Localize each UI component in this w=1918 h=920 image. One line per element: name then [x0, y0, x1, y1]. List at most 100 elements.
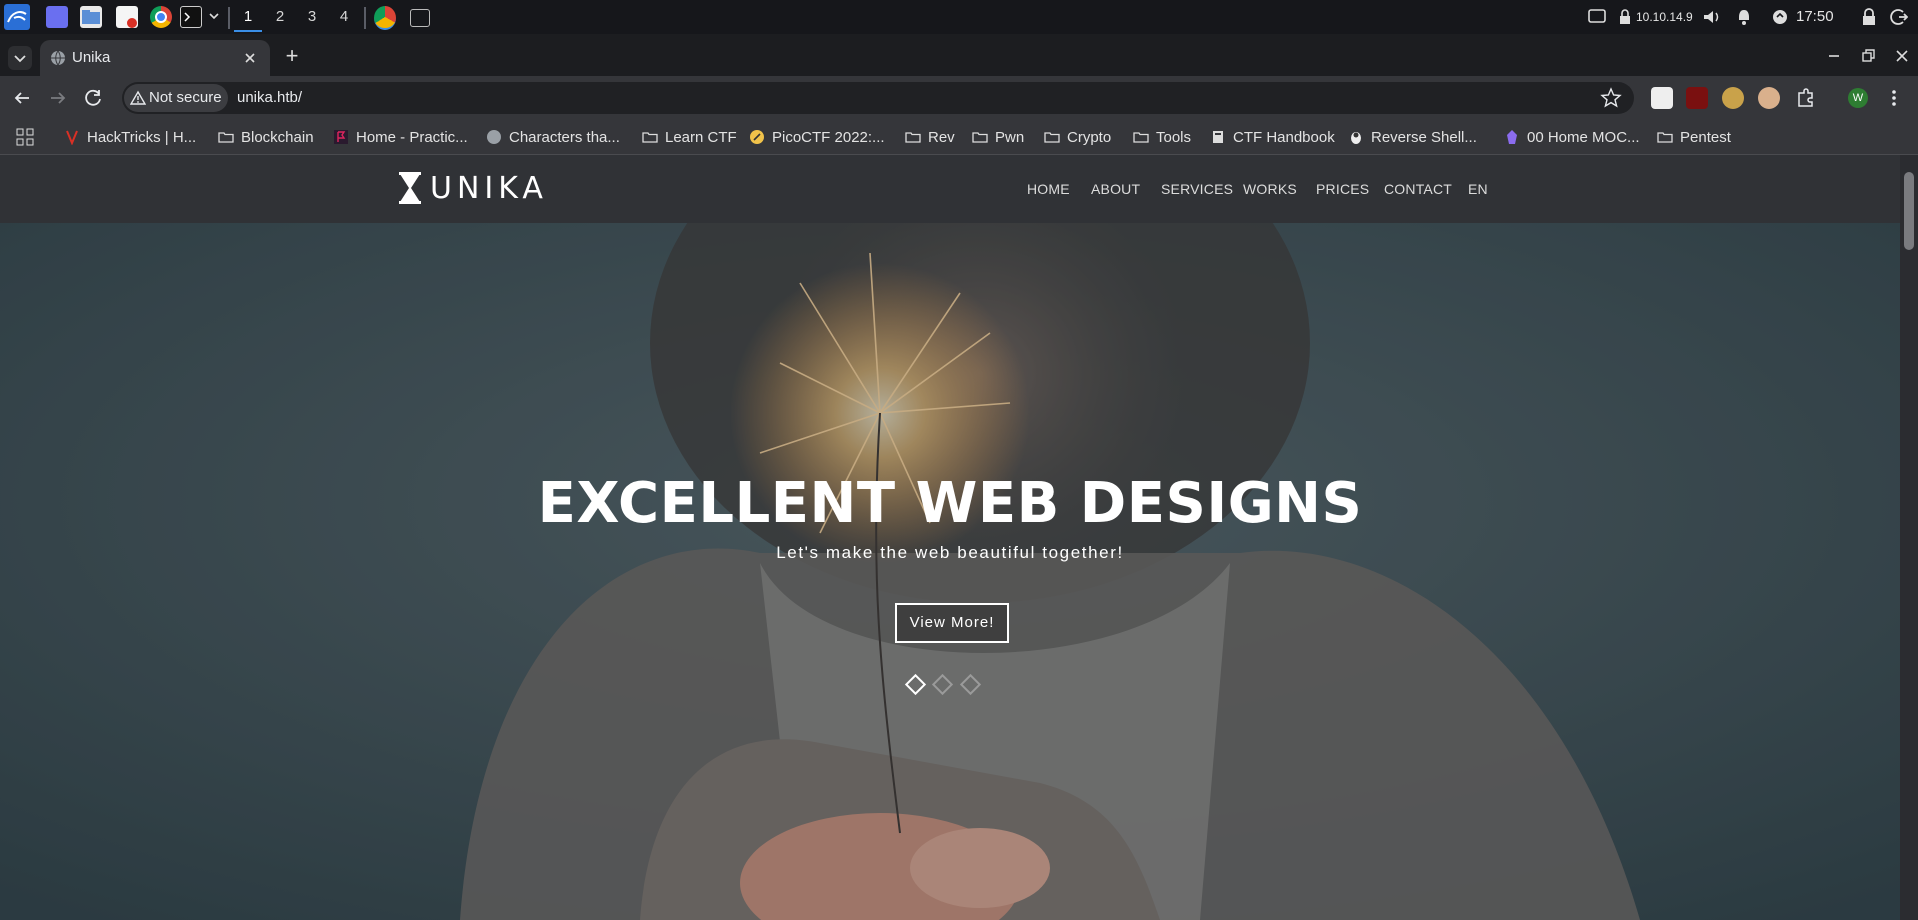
tab-unika[interactable]: Unika	[40, 40, 270, 76]
workspace-3[interactable]: 3	[298, 4, 326, 30]
workspace-1[interactable]: 1	[234, 4, 262, 32]
hero-background-image	[0, 223, 1900, 920]
page-scrollbar[interactable]	[1900, 155, 1918, 920]
tab-title: Unika	[72, 49, 111, 66]
kali-menu-icon[interactable]	[4, 4, 30, 30]
bookmark-label: CTF Handbook	[1233, 128, 1335, 146]
bookmark-ctf-handbook[interactable]: CTF Handbook	[1210, 120, 1335, 154]
reload-icon[interactable]	[82, 86, 106, 110]
bookmark-rev[interactable]: Rev	[905, 120, 955, 154]
site-logo-text[interactable]: UNIKA	[430, 155, 548, 223]
bookmark-picoctf[interactable]: PicoCTF 2022:...	[749, 120, 885, 154]
display-icon[interactable]	[1588, 9, 1606, 25]
hero-subtitle: Let's make the web beautiful together!	[776, 543, 1124, 562]
bookmark-pwn[interactable]: Pwn	[972, 120, 1024, 154]
close-window-icon[interactable]	[1890, 44, 1914, 68]
lock-screen-icon[interactable]	[1862, 8, 1876, 26]
nav-works[interactable]: WORKS	[1243, 155, 1297, 223]
chrome-window-icon[interactable]	[374, 6, 396, 30]
close-tab-icon[interactable]	[242, 50, 258, 66]
folder-icon	[1044, 129, 1060, 145]
forward-icon[interactable]	[46, 86, 70, 110]
workspace-4[interactable]: 4	[330, 4, 358, 30]
bookmark-label: Rev	[928, 128, 955, 146]
bookmark-reverse-shell[interactable]: Reverse Shell...	[1348, 120, 1477, 154]
site-header: UNIKA HOME ABOUT SERVICES WORKS PRICES C…	[0, 155, 1900, 223]
menu-kebab-icon[interactable]	[1888, 87, 1900, 109]
flag-icon	[333, 129, 349, 145]
file-manager-icon[interactable]	[80, 6, 102, 28]
apps-grid-icon[interactable]	[16, 128, 34, 146]
bookmark-label: Pwn	[995, 128, 1025, 146]
clock[interactable]: 17:50	[1796, 0, 1834, 34]
back-icon[interactable]	[10, 86, 34, 110]
nav-services[interactable]: SERVICES	[1161, 155, 1233, 223]
folder-icon	[218, 129, 234, 145]
globe-icon	[50, 50, 66, 66]
book-icon	[1210, 129, 1226, 145]
terminal-window-icon[interactable]	[410, 9, 430, 27]
nav-language[interactable]: EN	[1468, 155, 1488, 223]
nav-contact[interactable]: CONTACT	[1384, 155, 1452, 223]
obsidian-icon	[1504, 129, 1520, 145]
extension-ublock-icon[interactable]	[1686, 87, 1708, 109]
chevron-down-icon[interactable]	[208, 9, 220, 23]
view-more-button[interactable]: View More!	[895, 603, 1009, 643]
profile-avatar[interactable]: W	[1848, 88, 1868, 108]
workspace-2[interactable]: 2	[266, 4, 294, 30]
bookmark-label: HackTricks | H...	[87, 128, 197, 146]
volume-icon[interactable]	[1702, 8, 1722, 26]
bookmark-home-moc[interactable]: 00 Home MOC...	[1504, 120, 1640, 154]
notification-bell-icon[interactable]	[1736, 8, 1752, 26]
bookmark-pentest[interactable]: Pentest	[1657, 120, 1731, 154]
extension-avatar-icon[interactable]	[1758, 87, 1780, 109]
bookmark-learn-ctf[interactable]: Learn CTF	[642, 120, 737, 154]
extensions-puzzle-icon[interactable]	[1795, 87, 1817, 109]
bookmark-label: PicoCTF 2022:...	[772, 128, 885, 146]
folder-icon	[642, 129, 658, 145]
workspace-switcher-icon[interactable]	[46, 6, 68, 28]
restore-icon[interactable]	[1856, 44, 1880, 68]
text-editor-icon[interactable]	[116, 6, 138, 28]
bookmark-tools[interactable]: Tools	[1133, 120, 1191, 154]
nav-prices[interactable]: PRICES	[1316, 155, 1369, 223]
logo-hourglass-icon[interactable]	[398, 172, 422, 204]
bookmark-crypto[interactable]: Crypto	[1044, 120, 1111, 154]
power-manager-icon[interactable]	[1772, 9, 1788, 25]
hacktricks-icon	[64, 129, 80, 145]
hero-title: EXCELLENT WEB DESIGNS	[537, 471, 1363, 536]
minimize-icon[interactable]	[1822, 44, 1846, 68]
bookmark-label: Crypto	[1067, 128, 1112, 146]
bookmark-home-practice[interactable]: Home - Practic...	[333, 120, 468, 154]
address-bar[interactable]	[122, 82, 1634, 114]
page-viewport: EXCELLENT WEB DESIGNS Let's make the web…	[0, 155, 1900, 920]
new-tab-button[interactable]: +	[282, 44, 302, 68]
bookmark-characters[interactable]: Characters tha...	[486, 120, 620, 154]
security-chip[interactable]: Not secure	[124, 84, 228, 112]
globe-icon	[486, 129, 502, 145]
folder-icon	[905, 129, 921, 145]
folder-icon	[972, 129, 988, 145]
bookmark-label: Tools	[1156, 128, 1192, 146]
warning-triangle-icon	[130, 90, 146, 106]
taskbar-separator	[228, 7, 230, 29]
tab-search-icon[interactable]	[8, 46, 32, 70]
bookmark-star-icon[interactable]	[1600, 87, 1622, 109]
penguin-icon	[1348, 129, 1364, 145]
nav-home[interactable]: HOME	[1027, 155, 1070, 223]
logout-icon[interactable]	[1890, 8, 1908, 26]
bookmark-blockchain[interactable]: Blockchain	[218, 120, 314, 154]
bookmark-hacktricks[interactable]: HackTricks | H...	[64, 120, 196, 154]
hero-banner: EXCELLENT WEB DESIGNS Let's make the web…	[0, 223, 1900, 920]
extension-dark-reader-icon[interactable]	[1651, 87, 1673, 109]
bookmark-label: Home - Practic...	[356, 128, 468, 146]
chrome-launcher-icon[interactable]	[150, 6, 172, 28]
url-text[interactable]: unika.htb/	[237, 82, 302, 114]
bookmark-label: Learn CTF	[665, 128, 737, 146]
vpn-lock-icon[interactable]	[1618, 8, 1632, 26]
extension-cookie-icon[interactable]	[1722, 87, 1744, 109]
terminal-icon[interactable]	[180, 6, 202, 28]
scrollbar-thumb[interactable]	[1904, 172, 1914, 250]
folder-icon	[1133, 129, 1149, 145]
nav-about[interactable]: ABOUT	[1091, 155, 1140, 223]
